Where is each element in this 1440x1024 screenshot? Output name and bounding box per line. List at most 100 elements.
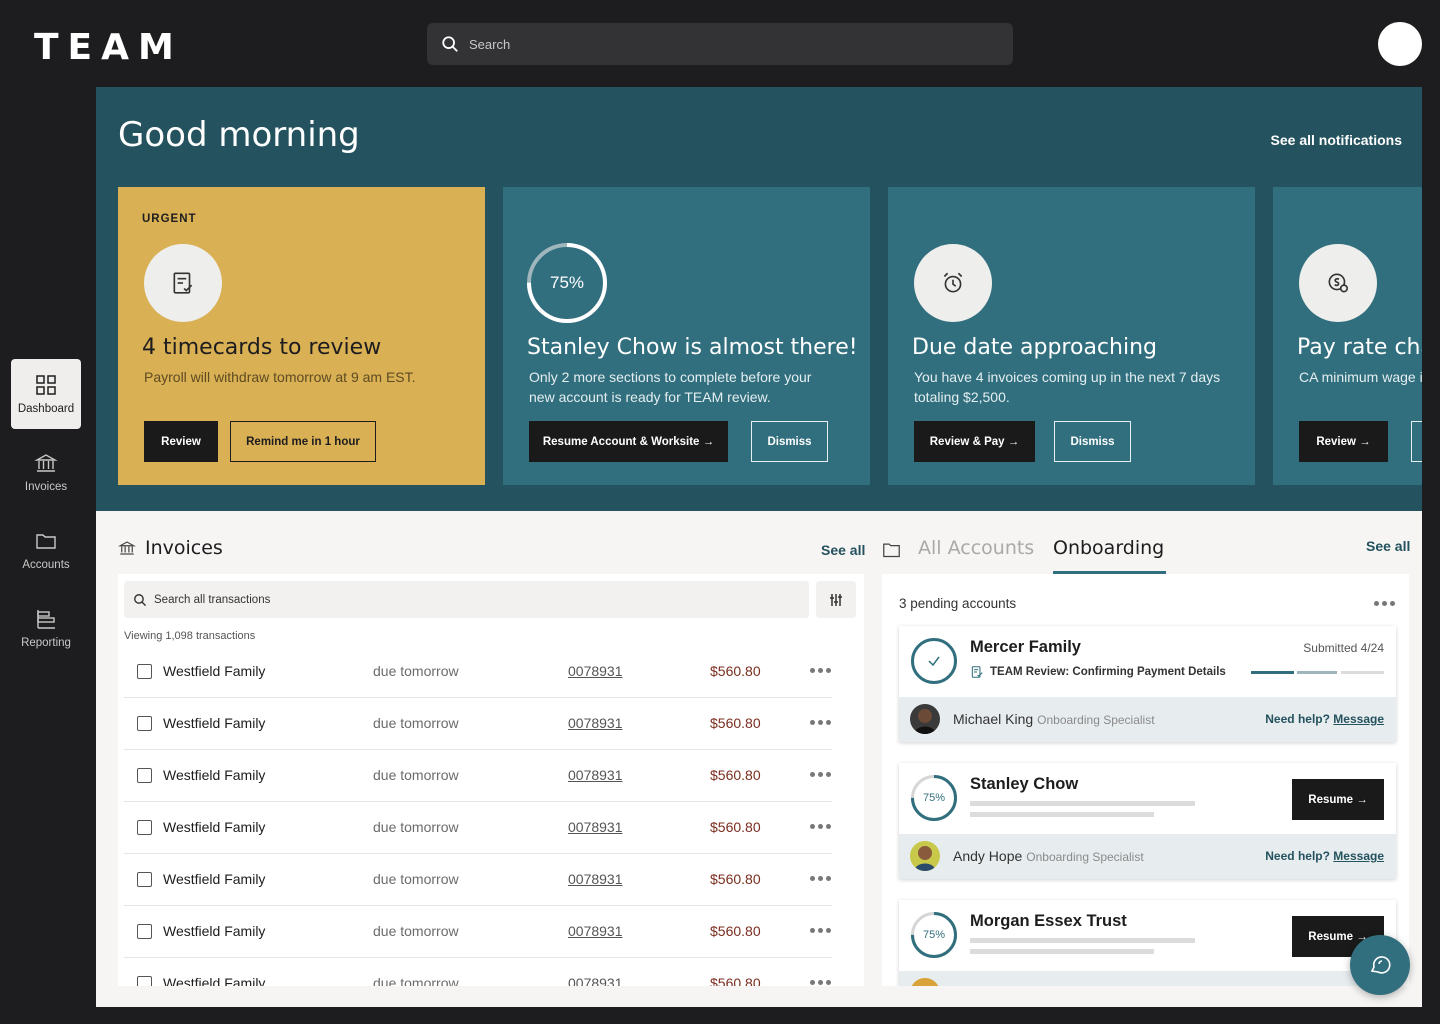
- remind-later-button[interactable]: Remind me in 1 hour: [230, 421, 376, 462]
- account-status: TEAM Review: Confirming Payment Details: [970, 665, 1226, 679]
- urgent-tag: URGENT: [142, 213, 197, 225]
- card-description: You have 4 invoices coming up in the nex…: [914, 369, 1221, 405]
- account-card-mercer[interactable]: Mercer Family TEAM Review: Confirming Pa…: [899, 626, 1396, 742]
- row-amount: $560.80: [710, 923, 761, 939]
- table-row[interactable]: Westfield Family due tomorrow 0078931 $5…: [124, 646, 832, 698]
- resume-button[interactable]: Resume →: [1292, 779, 1384, 820]
- row-checkbox[interactable]: [137, 768, 152, 783]
- resume-account-button[interactable]: Resume Account & Worksite →: [529, 421, 728, 462]
- review-button[interactable]: Review →: [1299, 421, 1388, 462]
- row-name: Westfield Family: [163, 819, 266, 835]
- row-name: Westfield Family: [163, 871, 266, 887]
- placeholder-line: [970, 938, 1195, 943]
- filter-button[interactable]: [816, 581, 856, 618]
- table-row[interactable]: Westfield Family due tomorrow 0078931 $5…: [124, 698, 832, 750]
- specialist-name: Andy Hope: [953, 848, 1023, 864]
- table-row[interactable]: Westfield Family due tomorrow 0078931 $5…: [124, 802, 832, 854]
- review-button[interactable]: Review: [144, 421, 218, 462]
- more-icon[interactable]: [810, 668, 831, 673]
- accounts-see-all-link[interactable]: See all: [1366, 538, 1410, 554]
- sidebar-item-label: Dashboard: [17, 403, 75, 415]
- global-search[interactable]: [427, 23, 1013, 65]
- help-label: Need help?: [1265, 712, 1330, 726]
- invoice-number-link[interactable]: 0078931: [568, 819, 623, 835]
- table-row[interactable]: Westfield Family due tomorrow 0078931 $5…: [124, 854, 832, 906]
- search-icon: [134, 593, 147, 606]
- row-amount: $560.80: [710, 767, 761, 783]
- transaction-search-input[interactable]: [154, 593, 754, 606]
- table-row[interactable]: Westfield Family due tomorrow 0078931 $5…: [124, 958, 832, 986]
- row-amount: $560.80: [710, 819, 761, 835]
- notifications-hero: Good morning See all notifications URGEN…: [96, 87, 1422, 511]
- placeholder-line: [970, 949, 1154, 954]
- table-row[interactable]: Westfield Family due tomorrow 0078931 $5…: [124, 906, 832, 958]
- row-name: Westfield Family: [163, 715, 266, 731]
- chat-support-button[interactable]: [1350, 935, 1410, 995]
- row-due: due tomorrow: [373, 767, 459, 783]
- review-pay-button[interactable]: Review & Pay →: [914, 421, 1035, 462]
- row-checkbox[interactable]: [137, 820, 152, 835]
- secondary-button[interactable]: [1411, 421, 1422, 462]
- row-checkbox[interactable]: [137, 924, 152, 939]
- dismiss-button[interactable]: Dismiss: [1054, 421, 1131, 462]
- row-checkbox[interactable]: [137, 716, 152, 731]
- check-circle-icon: [911, 638, 957, 684]
- more-icon[interactable]: [810, 720, 831, 725]
- message-link[interactable]: Message: [1333, 849, 1384, 863]
- row-due: due tomorrow: [373, 923, 459, 939]
- more-icon[interactable]: [810, 772, 831, 777]
- transaction-search[interactable]: [124, 581, 809, 618]
- invoice-number-link[interactable]: 0078931: [568, 663, 623, 679]
- table-row[interactable]: Westfield Family due tomorrow 0078931 $5…: [124, 750, 832, 802]
- invoice-number-link[interactable]: 0078931: [568, 715, 623, 731]
- invoices-panel: Viewing 1,098 transactions Westfield Fam…: [118, 574, 864, 986]
- page-title: Good morning: [118, 115, 360, 155]
- bar-chart-icon: [37, 610, 55, 629]
- more-icon[interactable]: [810, 980, 831, 985]
- tab-all-accounts[interactable]: All Accounts: [918, 537, 1034, 559]
- search-input[interactable]: [469, 36, 969, 52]
- specialist: Michael King Onboarding Specialist: [953, 711, 1155, 727]
- invoice-number-link[interactable]: 0078931: [568, 871, 623, 887]
- more-icon[interactable]: [1374, 601, 1395, 606]
- row-amount: $560.80: [710, 975, 761, 986]
- account-name: Mercer Family: [970, 638, 1081, 656]
- row-checkbox[interactable]: [137, 976, 152, 986]
- bank-icon: [34, 454, 58, 472]
- main-content: Good morning See all notifications URGEN…: [96, 87, 1422, 1007]
- invoices-see-all-link[interactable]: See all: [821, 542, 865, 558]
- step-bar: [1251, 671, 1294, 674]
- invoice-number-link[interactable]: 0078931: [568, 767, 623, 783]
- card-description: Payroll will withdraw tomorrow at 9 am E…: [144, 369, 416, 385]
- help-message-link[interactable]: Need help? Message: [1265, 712, 1384, 726]
- invoice-number-link[interactable]: 0078931: [568, 975, 623, 986]
- sidebar-item-accounts[interactable]: Accounts: [11, 515, 81, 585]
- row-checkbox[interactable]: [137, 664, 152, 679]
- sidebar-item-invoices[interactable]: Invoices: [11, 437, 81, 507]
- more-icon[interactable]: [810, 928, 831, 933]
- row-checkbox[interactable]: [137, 872, 152, 887]
- more-icon[interactable]: [810, 876, 831, 881]
- dismiss-button[interactable]: Dismiss: [751, 421, 828, 462]
- invoice-number-link[interactable]: 0078931: [568, 923, 623, 939]
- more-icon[interactable]: [810, 824, 831, 829]
- pending-count: 3 pending accounts: [899, 596, 1017, 611]
- chat-icon: [1370, 956, 1391, 974]
- sidebar-item-label: Accounts: [22, 559, 70, 571]
- message-link[interactable]: Message: [1333, 712, 1384, 726]
- notification-card-due-date: Due date approaching You have 4 invoices…: [888, 187, 1255, 485]
- help-message-link[interactable]: Need help? Message: [1265, 849, 1384, 863]
- app-logo[interactable]: TEAM: [34, 27, 183, 68]
- progress-label: 75%: [922, 792, 946, 804]
- account-card-morgan[interactable]: 75% Morgan Essex Trust Resume →: [899, 900, 1396, 986]
- sidebar-item-dashboard[interactable]: Dashboard: [11, 359, 81, 429]
- row-name: Westfield Family: [163, 767, 266, 783]
- step-bar: [1297, 671, 1337, 674]
- see-all-notifications-link[interactable]: See all notifications: [1271, 132, 1402, 148]
- sidebar-item-reporting[interactable]: Reporting: [11, 593, 81, 663]
- card-description: CA minimum wage in 30 days. Update: [1299, 369, 1422, 385]
- tab-onboarding[interactable]: Onboarding: [1053, 537, 1164, 559]
- user-avatar[interactable]: [1378, 22, 1422, 66]
- account-card-stanley[interactable]: 75% Stanley Chow Resume → Andy Hope Onboa…: [899, 763, 1396, 879]
- transaction-count: Viewing 1,098 transactions: [124, 630, 256, 642]
